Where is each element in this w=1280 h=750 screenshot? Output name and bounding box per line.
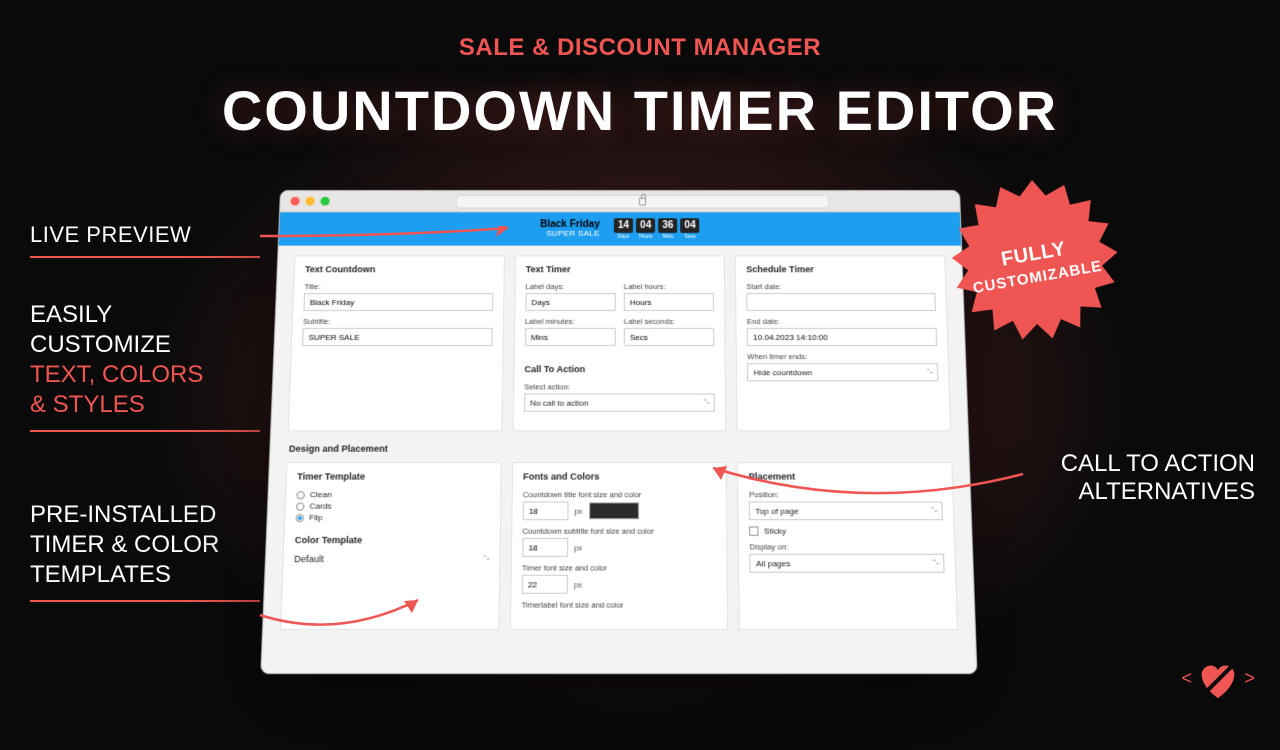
radio-clean[interactable]: Clean	[296, 490, 489, 499]
browser-window: Black Friday SUPER SALE 14Days 04Hours 3…	[260, 190, 977, 674]
heart-icon	[1196, 660, 1240, 700]
callout-templates: PRE-INSTALLED TIMER & COLOR TEMPLATES	[30, 500, 260, 602]
heading-color-template: Color Template	[295, 535, 489, 545]
section-design: Design and Placement	[289, 444, 952, 454]
card-schedule: Schedule Timer Start date: End date: Whe…	[735, 255, 951, 431]
color-template-select[interactable]: Default	[294, 554, 489, 565]
card-text-countdown: Text Countdown Title: Subtitle:	[288, 255, 505, 431]
subtitle-input[interactable]	[302, 328, 492, 346]
angle-left-icon: <	[1181, 670, 1192, 690]
heading-text-countdown: Text Countdown	[305, 264, 494, 274]
card-text-timer: Text Timer Label days: Label hours: Labe…	[512, 255, 726, 431]
radio-cards[interactable]: Cards	[296, 501, 490, 510]
sticky-checkbox[interactable]: Sticky	[749, 526, 943, 535]
label-mins-input[interactable]	[525, 328, 616, 346]
card-fonts-colors: Fonts and Colors Countdown title font si…	[509, 462, 728, 630]
minimize-icon[interactable]	[305, 197, 314, 206]
heading-text-timer: Text Timer	[526, 264, 714, 274]
label-hours-input[interactable]	[624, 293, 715, 311]
label-secs-input[interactable]	[624, 328, 715, 346]
timer-size-input[interactable]	[521, 575, 567, 594]
heading-fonts: Fonts and Colors	[523, 471, 716, 481]
heading-template: Timer Template	[297, 471, 490, 481]
start-date-input[interactable]	[747, 293, 936, 311]
banner-digits: 14Days 04Hours 36Mins 04Secs	[614, 218, 700, 240]
lock-icon	[639, 197, 646, 205]
countdown-banner: Black Friday SUPER SALE 14Days 04Hours 3…	[279, 212, 961, 245]
title-input[interactable]	[303, 293, 493, 311]
heading-cta: Call To Action	[524, 364, 715, 374]
card-placement: Placement Position: Top of page Sticky D…	[737, 462, 958, 630]
heading-placement: Placement	[749, 471, 942, 481]
card-timer-template: Timer Template Clean Cards Flip Color Te…	[280, 462, 502, 630]
badge-fully-customizable: FULLYCUSTOMIZABLE	[947, 177, 1123, 353]
title-color-swatch[interactable]	[589, 502, 639, 519]
callout-customize: EASILY CUSTOMIZE TEXT, COLORS & STYLES	[30, 300, 260, 432]
end-date-input[interactable]	[747, 328, 937, 346]
display-on-select[interactable]: All pages	[750, 554, 945, 573]
hero-title: COUNTDOWN TIMER EDITOR	[0, 78, 1280, 143]
position-select[interactable]: Top of page	[749, 501, 943, 520]
close-icon[interactable]	[290, 197, 299, 206]
title-size-input[interactable]	[522, 501, 568, 520]
callout-cta: CALL TO ACTION ALTERNATIVES	[1025, 450, 1255, 506]
heading-schedule: Schedule Timer	[746, 264, 935, 274]
timer-ends-select[interactable]: Hide countdown	[747, 363, 938, 381]
subtitle-size-input[interactable]	[522, 538, 568, 557]
titlebar	[280, 191, 960, 212]
radio-flip[interactable]: Flip	[295, 513, 489, 522]
address-bar[interactable]	[456, 194, 830, 208]
banner-subtitle: SUPER SALE	[540, 230, 600, 239]
angle-right-icon: >	[1244, 670, 1255, 690]
label-days-input[interactable]	[525, 293, 616, 311]
callout-live-preview: LIVE PREVIEW	[30, 222, 260, 258]
cta-select[interactable]: No call to action	[524, 393, 715, 411]
brand-logo: < >	[1181, 660, 1255, 700]
maximize-icon[interactable]	[320, 197, 329, 206]
hero-subtitle: SALE & DISCOUNT MANAGER	[0, 34, 1280, 62]
